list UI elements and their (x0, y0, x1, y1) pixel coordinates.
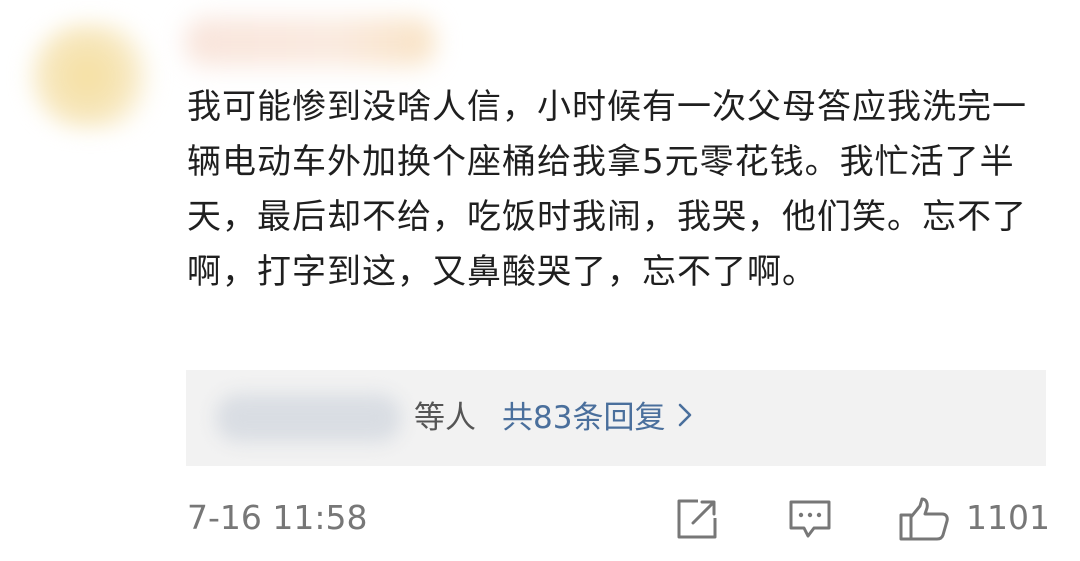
share-icon[interactable] (674, 496, 720, 542)
comment-footer: 7-16 11:58 1101 (0, 490, 1080, 550)
comment-text: 我可能惨到没啥人信，小时候有一次父母答应我洗完一辆电动车外加换个座桶给我拿5元零… (187, 87, 1027, 292)
view-replies-link[interactable]: 共83条回复 (502, 400, 693, 436)
avatar[interactable] (28, 22, 160, 130)
like-count: 1101 (966, 498, 1050, 537)
username[interactable] (185, 18, 435, 66)
thumbs-up-icon[interactable] (898, 496, 952, 542)
reply-etc-label: 等人 (414, 400, 476, 436)
view-replies-label: 共83条回复 (502, 400, 666, 436)
comment-icon[interactable] (787, 496, 833, 542)
chevron-right-icon (677, 400, 693, 436)
timestamp: 7-16 11:58 (187, 498, 368, 537)
reply-usernames (216, 394, 401, 442)
reply-summary[interactable]: 等人 共83条回复 (186, 370, 1046, 466)
